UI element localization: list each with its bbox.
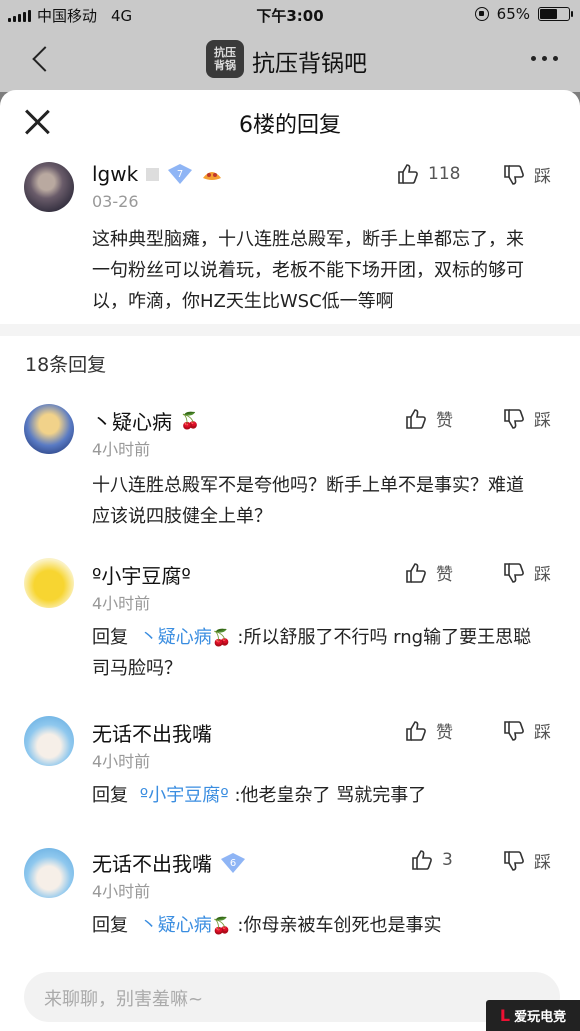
member-badge-icon	[146, 167, 160, 181]
thumbs-up-icon	[404, 407, 428, 431]
dislike-button[interactable]: 踩	[502, 718, 551, 743]
thumbs-up-icon	[404, 561, 428, 585]
reply-prefix: 回复	[92, 785, 128, 806]
reply-prefix: 回复	[92, 915, 128, 936]
like-button[interactable]: 118	[396, 162, 460, 186]
dislike-label: 踩	[534, 723, 551, 743]
watermark-logo: L 爱玩电竞	[486, 1000, 580, 1031]
reply-content: :他老皇杂了 骂就完事了	[234, 785, 427, 806]
like-button[interactable]: 赞	[404, 406, 453, 431]
dislike-label: 踩	[534, 853, 551, 873]
game-badge-icon	[201, 164, 223, 184]
reply-text: 回复 丶疑心病🍒 :所以舒服了不行吗 rng输了要王思聪司马脸吗？	[92, 622, 540, 684]
forum-title[interactable]: 抗压背锅吧	[252, 44, 367, 78]
reply-text: 回复 丶疑心病🍒 :你母亲被车创死也是事实	[92, 910, 540, 941]
thumbs-up-icon	[396, 162, 420, 186]
dislike-button[interactable]: 踩	[502, 560, 551, 585]
mention-link[interactable]: 丶疑心病	[140, 627, 212, 648]
username[interactable]: 丶疑心病	[92, 406, 172, 435]
more-icon[interactable]	[531, 56, 558, 61]
thumbs-down-icon	[502, 163, 526, 187]
dislike-button[interactable]: 踩	[502, 406, 551, 431]
reply-time: 4小时前	[92, 594, 151, 613]
thumbs-down-icon	[502, 849, 526, 873]
comment-text: 这种典型脑瘫，十八连胜总殿军，断手上单都忘了，来一句粉丝可以说着玩，老板不能下场…	[92, 229, 524, 312]
avatar[interactable]	[24, 558, 74, 608]
dislike-label: 踩	[534, 167, 551, 187]
chevron-left-icon[interactable]	[28, 44, 56, 76]
username[interactable]: 无话不出我嘴	[92, 848, 212, 877]
avatar[interactable]	[24, 404, 74, 454]
reply-input[interactable]: 来聊聊，别害羞嘛~	[24, 972, 560, 1022]
cherry-icon: 🍒	[211, 916, 232, 935]
dislike-button[interactable]: 踩	[502, 162, 551, 187]
level-badge-icon: 6	[220, 852, 246, 874]
sheet-header: 6楼的回复	[0, 90, 580, 152]
reply-input-placeholder: 来聊聊，别害羞嘛~	[44, 989, 204, 1010]
thumbs-down-icon	[502, 719, 526, 743]
orientation-lock-icon	[474, 7, 489, 21]
dislike-label: 踩	[534, 411, 551, 431]
sheet-title: 6楼的回复	[239, 113, 341, 138]
username[interactable]: 无话不出我嘴	[92, 718, 212, 747]
nav-bar: 抗压 背锅 抗压背锅吧	[0, 30, 580, 92]
dislike-button[interactable]: 踩	[502, 848, 551, 873]
like-label: 赞	[436, 723, 453, 743]
thumbs-down-icon	[502, 407, 526, 431]
thumbs-down-icon	[502, 561, 526, 585]
reply-sheet: 6楼的回复 lgwk 7 03-26 118 踩 这种典型脑瘫，十八连胜总殿军，…	[0, 90, 580, 1031]
reply-time: 4小时前	[92, 882, 151, 901]
reply-text: 回复 º小宇豆腐º :他老皇杂了 骂就完事了	[92, 780, 540, 811]
reply-time: 4小时前	[92, 752, 151, 771]
cherry-icon: 🍒	[211, 628, 232, 647]
avatar[interactable]	[24, 162, 74, 212]
status-bar: 中国移动 4G 下午3:00 65%	[0, 0, 580, 30]
thumbs-up-icon	[404, 719, 428, 743]
replies-count: 18条回复	[25, 354, 107, 376]
avatar[interactable]	[24, 716, 74, 766]
username[interactable]: º小宇豆腐º	[92, 560, 191, 589]
reply-text: 十八连胜总殿军不是夸他吗？断手上单不是事实？难道应该说四肢健全上单？	[92, 475, 524, 527]
thumbs-up-icon	[410, 848, 434, 872]
reply-item: 无话不出我嘴 6 4小时前 3 踩 回复 丶疑心病🍒 :你母亲被车创死也是事实	[0, 834, 580, 964]
username[interactable]: lgwk	[92, 162, 138, 186]
cherry-icon: 🍒	[180, 411, 200, 430]
reply-item: 无话不出我嘴 4小时前 赞 踩 回复 º小宇豆腐º :他老皇杂了 骂就完事了	[0, 702, 580, 834]
forum-logo[interactable]: 抗压 背锅	[206, 40, 244, 78]
original-comment: lgwk 7 03-26 118 踩 这种典型脑瘫，十八连胜总殿军，断手上单都忘…	[0, 152, 580, 324]
svg-text:7: 7	[177, 169, 183, 180]
like-button[interactable]: 赞	[404, 560, 453, 585]
battery-fill	[540, 9, 557, 19]
avatar[interactable]	[24, 848, 74, 898]
reply-item: 丶疑心病 🍒 4小时前 赞 踩 十八连胜总殿军不是夸他吗？断手上单不是事实？难道…	[0, 384, 580, 542]
like-count: 118	[428, 164, 461, 184]
reply-prefix: 回复	[92, 627, 128, 648]
battery-icon	[538, 7, 573, 21]
reply-item: º小宇豆腐º 4小时前 赞 踩 回复 丶疑心病🍒 :所以舒服了不行吗 rng输了…	[0, 542, 580, 702]
like-label: 赞	[436, 565, 453, 585]
like-count: 3	[442, 850, 453, 870]
like-button[interactable]: 赞	[404, 718, 453, 743]
svg-text:6: 6	[230, 858, 236, 869]
reply-content: :你母亲被车创死也是事实	[237, 915, 442, 936]
like-label: 赞	[436, 411, 453, 431]
dislike-label: 踩	[534, 565, 551, 585]
mention-link[interactable]: º小宇豆腐º	[140, 785, 229, 806]
battery-percent: 65%	[496, 5, 530, 23]
mention-link[interactable]: 丶疑心病	[140, 915, 212, 936]
reply-time: 4小时前	[92, 440, 151, 459]
level-badge-icon: 7	[167, 163, 193, 185]
like-button[interactable]: 3	[410, 848, 453, 872]
section-divider	[0, 324, 580, 336]
comment-date: 03-26	[92, 192, 139, 211]
